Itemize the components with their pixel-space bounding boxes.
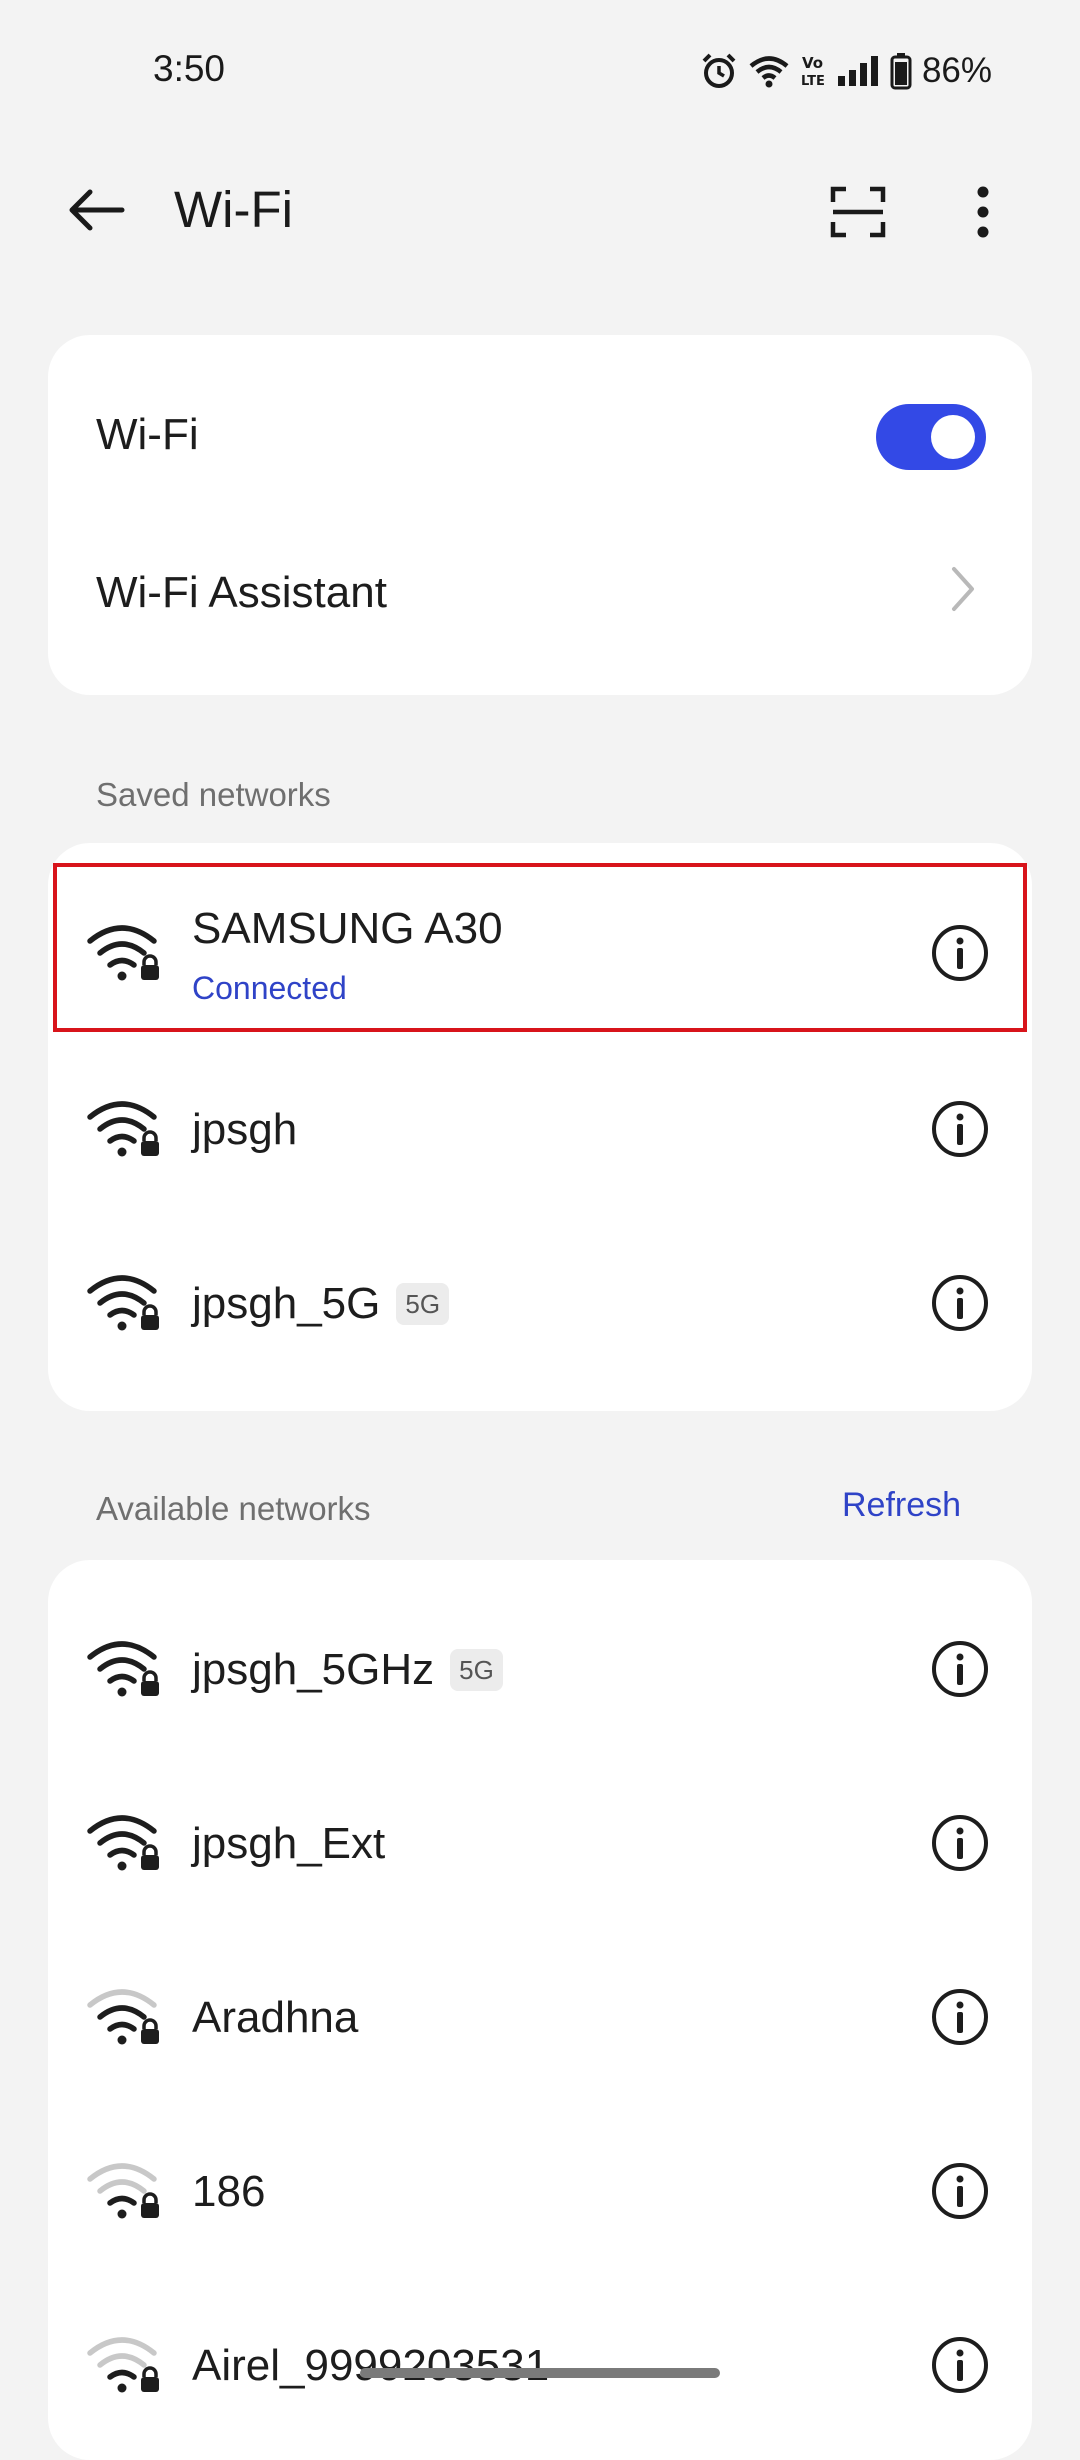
wifi-lock-icon [87,1101,159,1157]
more-options-button[interactable] [950,176,1016,248]
network-row[interactable]: Airel_9999203531 [48,2278,1032,2452]
saved-networks-label: Saved networks [96,776,331,813]
alarm-icon [700,52,738,90]
refresh-button[interactable]: Refresh [842,1486,961,1525]
connected-network-highlight [53,863,1027,1032]
network-ssid: Aradhna [192,1993,359,2042]
network-row[interactable]: jpsgh_Ext [48,1756,1032,1930]
status-icons: Vo LTE 86% [700,48,992,94]
signal-icon [836,54,880,88]
network-ssid: 186 [192,2167,266,2216]
info-icon[interactable] [930,2335,990,2395]
wifi-lock-icon [87,2337,159,2393]
wifi-lock-icon [87,1989,159,2045]
wifi-status-icon [748,53,790,89]
page-title: Wi-Fi [174,181,293,238]
battery-icon [890,52,912,90]
home-indicator[interactable] [360,2368,720,2378]
svg-text:Vo: Vo [802,54,823,72]
network-name: jpsgh [192,1105,297,1155]
wifi-lock-icon [87,1641,159,1697]
more-vertical-icon [977,186,989,238]
chevron-right-icon [950,566,976,617]
wifi-lock-icon [87,2163,159,2219]
wifi-toggle[interactable] [876,404,986,470]
scan-icon [830,186,886,238]
band-badge: 5G [396,1283,450,1325]
network-name: jpsgh_5G 5G [192,1279,450,1329]
network-name: Airel_9999203531 [192,2341,549,2391]
network-row[interactable]: Aradhna [48,1930,1032,2104]
wifi-lock-icon [87,1275,159,1331]
volte-icon: Vo LTE [800,52,826,90]
network-row[interactable]: jpsgh_5G 5G [48,1216,1032,1390]
info-icon[interactable] [930,1273,990,1333]
info-icon[interactable] [930,1813,990,1873]
network-row[interactable]: jpsgh [48,1042,1032,1216]
scan-button[interactable] [820,180,896,244]
network-ssid: jpsgh [192,1105,298,1154]
wifi-toggle-label: Wi-Fi [96,410,199,459]
info-icon[interactable] [930,1639,990,1699]
network-ssid: jpsgh_5GHz [192,1645,435,1694]
arrow-left-icon [69,189,125,231]
svg-text:LTE: LTE [801,74,825,89]
network-ssid: jpsgh_Ext [192,1819,386,1868]
network-ssid: Airel_9999203531 [192,2341,550,2390]
available-networks-label: Available networks [96,1490,371,1527]
network-name: jpsgh_Ext [192,1819,385,1869]
back-button[interactable] [56,178,136,242]
toggle-knob [931,415,975,459]
info-icon[interactable] [930,2161,990,2221]
network-row[interactable]: 186 [48,2104,1032,2278]
info-icon[interactable] [930,1987,990,2047]
wifi-assistant-label: Wi-Fi Assistant [96,568,387,617]
network-row[interactable]: jpsgh_5GHz 5G [48,1582,1032,1756]
network-name: jpsgh_5GHz 5G [192,1645,503,1695]
network-name: 186 [192,2167,265,2217]
battery-percent: 86% [921,51,992,90]
network-name: Aradhna [192,1993,358,2043]
status-time: 3:50 [153,48,226,89]
band-badge: 5G [450,1649,503,1691]
wifi-lock-icon [87,1815,159,1871]
network-ssid: jpsgh_5G [192,1279,381,1328]
info-icon[interactable] [930,1099,990,1159]
